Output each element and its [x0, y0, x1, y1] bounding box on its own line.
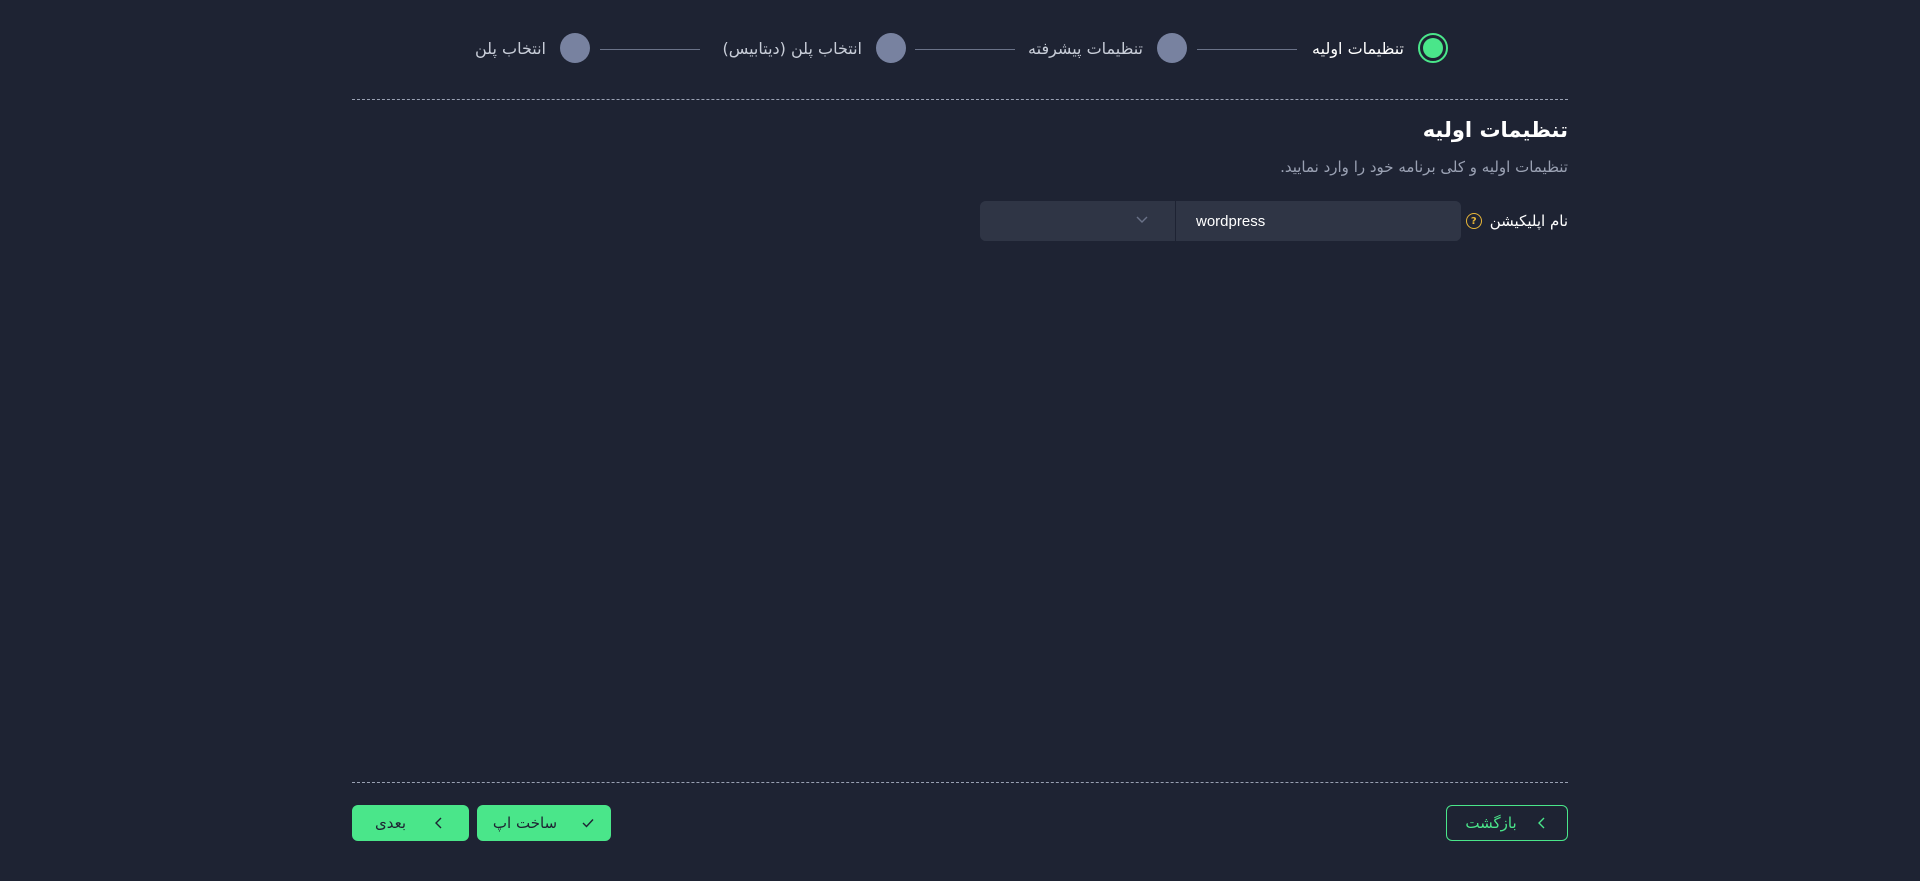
step-label: انتخاب پلن — [474, 38, 546, 58]
check-icon — [581, 816, 595, 830]
build-app-button[interactable]: ساخت اپ — [477, 805, 611, 841]
chevron-down-icon — [1135, 213, 1149, 227]
step-label: انتخاب پلن (دیتابیس) — [722, 38, 862, 58]
step-initial-settings[interactable]: تنظیمات اولیه — [1312, 32, 1448, 64]
top-divider — [352, 99, 1568, 100]
step-label: تنظیمات اولیه — [1312, 38, 1404, 58]
chevron-left-icon — [432, 816, 446, 830]
app-name-label: نام اپلیکیشن — [1489, 212, 1568, 230]
section-title: تنظیمات اولیه — [1422, 118, 1568, 142]
step-select-plan[interactable]: انتخاب پلن — [475, 32, 590, 64]
step-inactive-icon — [1157, 33, 1187, 63]
next-button[interactable]: بعدی — [352, 805, 469, 841]
domain-select[interactable] — [980, 201, 1176, 241]
back-button-label: بازگشت — [1465, 814, 1517, 832]
build-app-button-label: ساخت اپ — [492, 814, 558, 832]
bottom-divider — [352, 782, 1568, 783]
section-subtitle: تنظیمات اولیه و کلی برنامه خود را وارد ن… — [1280, 158, 1568, 176]
step-connector — [600, 49, 700, 50]
step-active-icon — [1418, 33, 1448, 63]
next-button-label: بعدی — [374, 814, 407, 832]
step-inactive-icon — [560, 33, 590, 63]
app-name-input-group — [980, 201, 1461, 241]
app-name-input[interactable] — [1176, 201, 1461, 241]
app-name-label-group: نام اپلیکیشن ? — [1465, 210, 1568, 232]
question-circle-icon[interactable]: ? — [1465, 213, 1482, 229]
step-advanced-settings[interactable]: تنظیمات پیشرفته — [1028, 32, 1187, 64]
step-label: تنظیمات پیشرفته — [1028, 38, 1143, 58]
step-inactive-icon — [876, 33, 906, 63]
step-connector — [1197, 49, 1297, 50]
back-button[interactable]: بازگشت — [1446, 805, 1568, 841]
chevron-left-icon — [1535, 816, 1549, 830]
stepper: تنظیمات اولیه تنظیمات پیشرفته انتخاب پلن… — [0, 32, 1920, 64]
step-select-plan-database[interactable]: انتخاب پلن (دیتابیس) — [722, 32, 906, 64]
step-connector — [915, 49, 1015, 50]
